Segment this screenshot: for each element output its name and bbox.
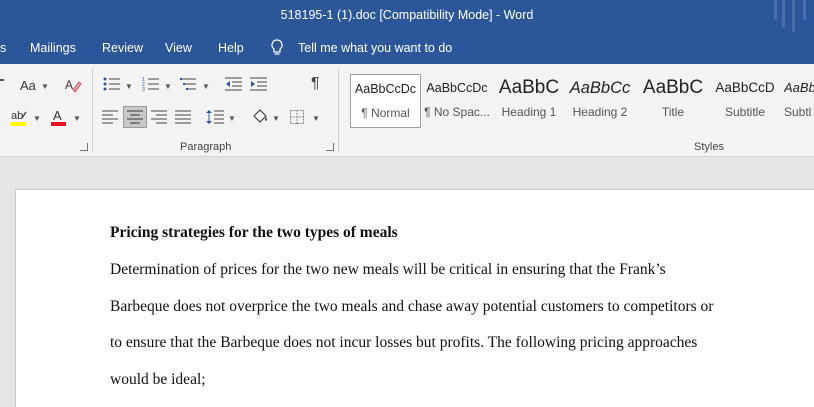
style-name: ¶ Normal: [361, 106, 410, 120]
style-name: Heading 2: [572, 105, 628, 119]
style-heading-2[interactable]: AaBbCc Heading 2: [568, 74, 632, 124]
change-case-button[interactable]: Aa: [20, 78, 36, 93]
style-name: Heading 1: [501, 105, 557, 119]
align-center-button[interactable]: [123, 106, 147, 128]
paragraph-group-label: Paragraph: [180, 141, 232, 153]
window-control-decoration: [803, 0, 806, 20]
window-control-decoration: [782, 0, 785, 28]
window-control-decoration: [792, 0, 795, 32]
bullets-icon[interactable]: [103, 76, 121, 97]
ribbon: Aa ▼ A ab ▼ A ▼ ▼ 123 ▼ ▼ ¶ ▼ ▼ ▼ Paragr…: [0, 64, 814, 157]
style-heading-1[interactable]: AaBbC Heading 1: [494, 74, 564, 124]
svg-text:A: A: [53, 108, 62, 123]
tab-references[interactable]: s: [0, 41, 6, 55]
justify-icon[interactable]: [175, 110, 191, 129]
style-preview: AaBbCcD: [715, 80, 775, 95]
line-spacing-icon[interactable]: [206, 109, 224, 130]
tab-mailings[interactable]: Mailings: [30, 41, 76, 55]
chevron-down-icon[interactable]: ▼: [164, 82, 172, 91]
paragraph-line: would be ideal;: [110, 371, 206, 388]
document-heading: Pricing strategies for the two types of …: [110, 224, 398, 241]
style-normal[interactable]: AaBbCcDc ¶ Normal: [350, 74, 421, 128]
lightbulb-icon: [270, 39, 284, 60]
increase-indent-icon[interactable]: [250, 76, 268, 97]
group-separator: [338, 68, 339, 152]
style-no-spacing[interactable]: AaBbCcDc ¶ No Spac...: [424, 74, 490, 124]
svg-text:ab: ab: [11, 110, 23, 122]
numbering-icon[interactable]: 123: [142, 76, 160, 97]
style-name: Subtitle: [724, 105, 766, 119]
font-dialog-launcher-icon[interactable]: [80, 143, 88, 151]
style-preview: AaBbC: [642, 77, 704, 98]
style-preview: AaBbC: [498, 77, 560, 98]
borders-icon[interactable]: [290, 110, 304, 129]
styles-group-label: Styles: [694, 141, 724, 153]
style-subtitle[interactable]: AaBbCcD Subtitle: [712, 74, 778, 124]
align-left-icon[interactable]: [102, 110, 118, 129]
decrease-indent-icon[interactable]: [225, 76, 243, 97]
chevron-down-icon[interactable]: ▼: [33, 114, 41, 123]
chevron-down-icon[interactable]: ▼: [228, 114, 236, 123]
style-subtle-emphasis[interactable]: AaBbC Subtl: [784, 74, 814, 124]
chevron-down-icon[interactable]: ▼: [125, 82, 133, 91]
chevron-down-icon[interactable]: ▼: [272, 114, 280, 123]
chevron-down-icon: ▼: [41, 82, 49, 91]
style-title[interactable]: AaBbC Title: [638, 74, 708, 124]
style-preview: AaBbCcDc: [354, 82, 417, 96]
ribbon-tabs: s Mailings Review View Help Tell me what…: [0, 32, 814, 64]
style-name: ¶ No Spac...: [424, 105, 490, 119]
style-name: Subtl: [784, 105, 812, 119]
tell-me-search[interactable]: Tell me what you want to do: [298, 41, 452, 55]
style-preview: AaBbCc: [569, 79, 631, 97]
paragraph-line: Barbeque does not overprice the two meal…: [110, 298, 714, 315]
style-preview: AaBbCcDc: [426, 81, 488, 95]
chevron-down-icon[interactable]: ▼: [202, 82, 210, 91]
change-case-label: Aa: [20, 78, 36, 93]
svg-text:3: 3: [142, 87, 145, 92]
chevron-down-icon[interactable]: ▼: [312, 114, 320, 123]
shading-icon[interactable]: [251, 108, 269, 131]
tab-view[interactable]: View: [165, 41, 192, 55]
paragraph-line: to ensure that the Barbeque does not inc…: [110, 334, 698, 351]
show-formatting-marks-icon[interactable]: ¶: [311, 75, 320, 93]
multilevel-list-icon[interactable]: [180, 76, 198, 97]
tab-help[interactable]: Help: [218, 41, 244, 55]
style-name: Title: [661, 105, 685, 119]
font-color-icon[interactable]: A: [50, 108, 68, 133]
chevron-down-icon[interactable]: ▼: [73, 114, 81, 123]
paragraph-dialog-launcher-icon[interactable]: [326, 143, 334, 151]
paragraph-line: Determination of prices for the two new …: [110, 261, 666, 278]
title-bar: 518195-1 (1).doc [Compatibility Mode] - …: [0, 0, 814, 32]
window-control-decoration: [774, 0, 777, 20]
svg-text:A: A: [65, 78, 73, 92]
window-title: 518195-1 (1).doc [Compatibility Mode] - …: [280, 8, 534, 22]
group-separator: [92, 68, 93, 152]
style-preview: AaBbC: [784, 80, 814, 95]
align-center-icon: [127, 110, 143, 129]
tab-review[interactable]: Review: [102, 41, 143, 55]
font-group-edge-marker: [0, 79, 4, 81]
text-highlight-color-icon[interactable]: ab: [10, 108, 28, 133]
align-right-icon[interactable]: [151, 110, 167, 129]
clear-formatting-icon[interactable]: A: [64, 76, 82, 99]
